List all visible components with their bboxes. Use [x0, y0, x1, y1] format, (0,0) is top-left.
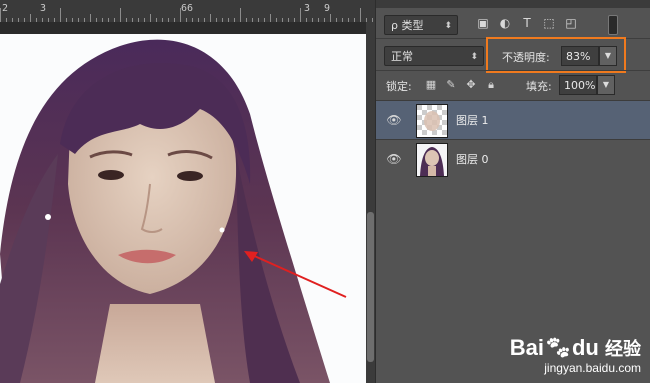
- lock-paint-icon[interactable]: ✎: [444, 78, 458, 92]
- horizontal-ruler: 2 3 66 3 9: [0, 0, 375, 23]
- opacity-label: 不透明度:: [502, 51, 550, 64]
- ruler-tick: [0, 8, 1, 22]
- ruler-tick: [180, 8, 181, 22]
- eye-icon[interactable]: 👁︎: [386, 113, 402, 127]
- opacity-input[interactable]: 83%: [561, 46, 599, 66]
- ruler-label: 9: [324, 3, 331, 14]
- smart-object-filter-icon[interactable]: ◰: [564, 16, 578, 30]
- vertical-scrollbar[interactable]: [366, 22, 375, 383]
- layer-filter-select[interactable]: ρ 类型 ⬍: [384, 15, 458, 35]
- watermark-brand2: du: [571, 335, 599, 360]
- eye-icon[interactable]: 👁︎: [386, 152, 402, 166]
- watermark-brand: Bai: [509, 335, 545, 360]
- document-canvas-area: 2 3 66 3 9: [0, 0, 375, 383]
- fill-input[interactable]: 100%: [559, 75, 597, 95]
- ruler-tick: [90, 14, 91, 22]
- watermark-suffix: 经验: [605, 339, 641, 359]
- document-photo: [0, 34, 366, 383]
- scrollbar-thumb[interactable]: [367, 212, 374, 362]
- baidu-jingyan-watermark: Bai🐾︎du 经验 jingyan.baidu.com: [509, 335, 641, 376]
- layers-panel: ρ 类型 ⬍ ▣ ◐ T ⬚ ◰ 正常 ⬍ 不透明度: 83% ▼ 锁定: ▦ …: [375, 0, 650, 383]
- layer-name[interactable]: 图层 1: [456, 112, 489, 128]
- paw-icon: 🐾︎: [544, 335, 572, 360]
- blend-mode-select[interactable]: 正常 ⬍: [384, 46, 484, 66]
- lock-label: 锁定:: [386, 80, 412, 93]
- ruler-tick: [210, 14, 211, 22]
- ruler-tick: [120, 8, 121, 22]
- ruler-tick: [330, 14, 331, 22]
- panel-header-strip: [376, 0, 650, 8]
- layer-thumbnail: [416, 104, 448, 138]
- ruler-label: 3: [304, 3, 311, 14]
- ruler-tick: [60, 8, 61, 22]
- canvas-background: [0, 22, 366, 34]
- blend-mode-value: 正常: [391, 50, 413, 63]
- layer-thumbnail: [416, 143, 448, 177]
- ruler-tick: [30, 14, 31, 22]
- lock-transparent-icon[interactable]: ▦: [424, 78, 438, 92]
- ruler-label: 66: [181, 3, 194, 14]
- ruler-tick: [270, 14, 271, 22]
- ruler-tick: [240, 8, 241, 22]
- portrait-image: [0, 34, 366, 383]
- lock-all-icon[interactable]: 🔒︎: [484, 78, 498, 92]
- ruler-label: 3: [40, 3, 47, 14]
- ruler-label: 2: [2, 3, 9, 14]
- image-filter-icon[interactable]: ▣: [476, 16, 490, 30]
- fill-label: 填充:: [526, 80, 552, 93]
- divider: [376, 70, 650, 71]
- chevron-updown-icon: ⬍: [444, 21, 452, 31]
- fill-dropdown-button[interactable]: ▼: [597, 75, 615, 95]
- ruler-tick: [150, 14, 151, 22]
- lock-move-icon[interactable]: ✥: [464, 78, 478, 92]
- opacity-dropdown-button[interactable]: ▼: [599, 46, 617, 66]
- layer-name[interactable]: 图层 0: [456, 151, 489, 167]
- layer-filter-label: ρ 类型: [391, 19, 424, 32]
- filter-toggle-switch[interactable]: [608, 15, 618, 35]
- chevron-updown-icon: ⬍: [470, 52, 478, 62]
- layer-row[interactable]: 👁︎ 图层 1: [376, 100, 650, 139]
- watermark-url: jingyan.baidu.com: [544, 361, 641, 375]
- ruler-tick: [360, 8, 361, 22]
- ruler-tick: [300, 8, 301, 22]
- type-filter-icon[interactable]: T: [520, 16, 534, 30]
- adjustment-filter-icon[interactable]: ◐: [498, 16, 512, 30]
- shape-filter-icon[interactable]: ⬚: [542, 16, 556, 30]
- layer-row[interactable]: 👁︎ 图层 0: [376, 139, 650, 178]
